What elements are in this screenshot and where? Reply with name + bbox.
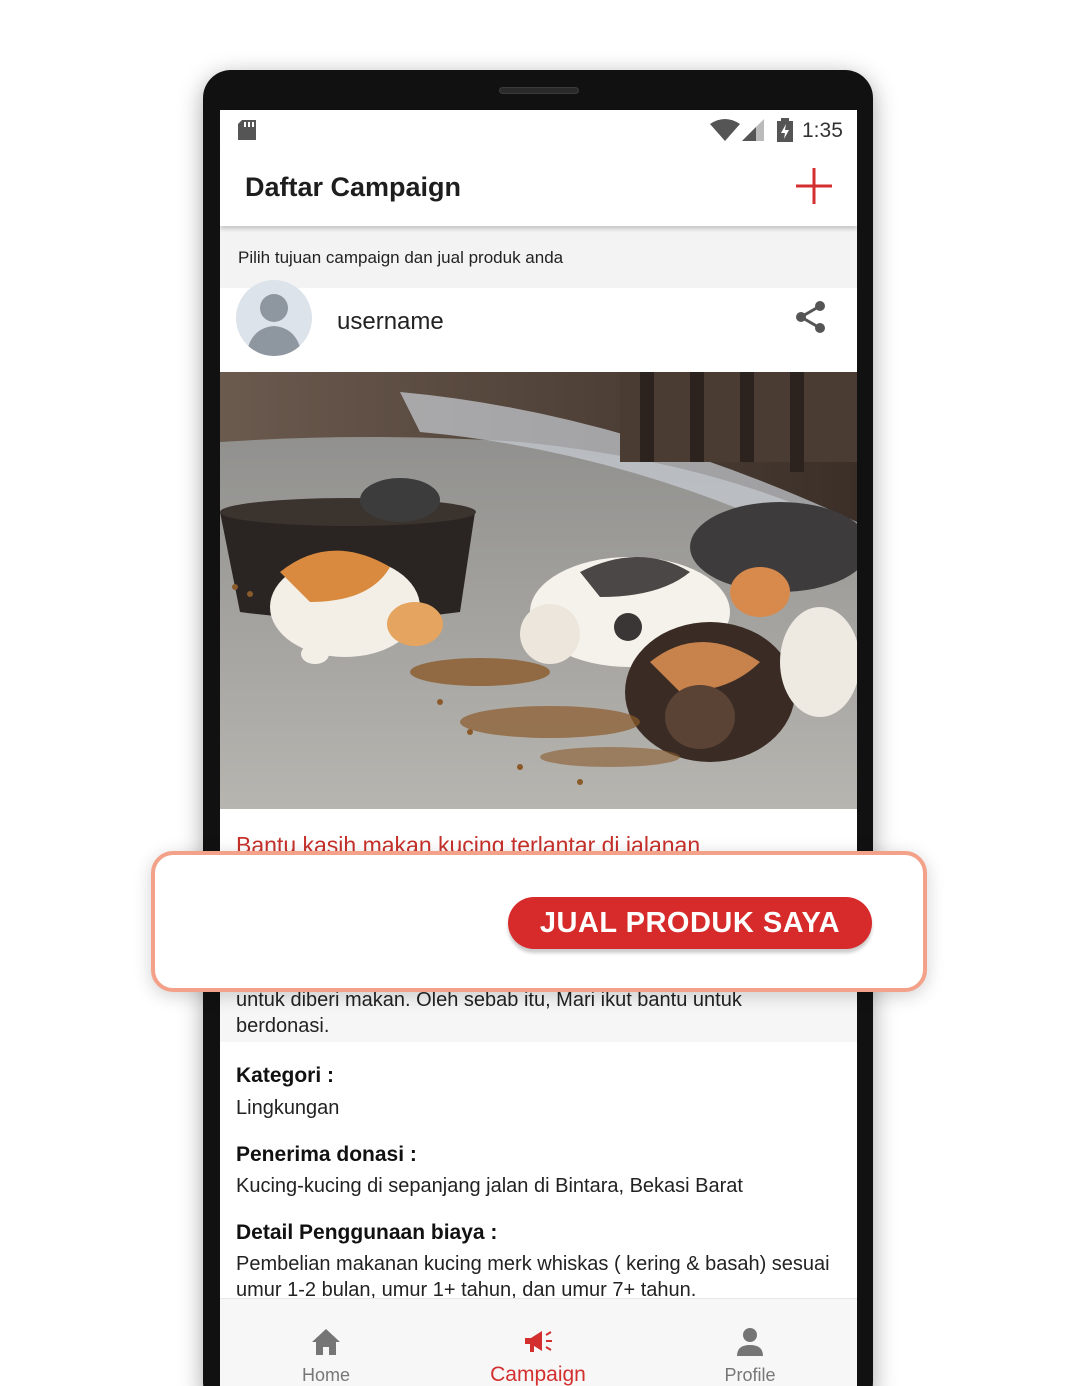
phone-frame: 1:35 Daftar Campaign Pilih tujuan campai… xyxy=(203,70,873,1386)
avatar[interactable] xyxy=(236,280,312,356)
penerima-label: Penerima donasi : xyxy=(236,1143,417,1166)
app-bar: Daftar Campaign xyxy=(220,150,857,226)
signal-icon xyxy=(742,119,764,141)
sell-product-button[interactable]: JUAL PRODUK SAYA xyxy=(508,897,872,949)
megaphone-icon xyxy=(525,1331,552,1352)
page-title: Daftar Campaign xyxy=(245,172,462,202)
penerima-value: Kucing-kucing di sepanjang jalan di Bint… xyxy=(236,1175,743,1197)
nav-profile-label: Profile xyxy=(724,1365,776,1385)
add-campaign-button[interactable] xyxy=(794,166,834,206)
description-line: berdonasi. xyxy=(236,1015,330,1037)
detail-label: Detail Penggunaan biaya : xyxy=(236,1221,498,1244)
username[interactable]: username xyxy=(337,308,444,336)
phone-speaker xyxy=(499,87,579,94)
kategori-value: Lingkungan xyxy=(236,1097,340,1119)
nav-profile[interactable]: Profile xyxy=(644,1299,856,1386)
app-screen: 1:35 Daftar Campaign Pilih tujuan campai… xyxy=(220,110,857,1386)
status-bar: 1:35 xyxy=(220,110,857,150)
detail-value: Pembelian makanan kucing merk whiskas ( … xyxy=(236,1253,830,1301)
kategori-label: Kategori : xyxy=(236,1064,335,1087)
person-icon xyxy=(737,1328,763,1356)
nav-campaign-label: Campaign xyxy=(490,1363,586,1386)
home-icon xyxy=(312,1329,340,1355)
cats-eating-image xyxy=(220,372,857,809)
bottom-navigation: Home Campaign Profile xyxy=(220,1298,857,1386)
nav-home-label: Home xyxy=(301,1365,350,1385)
nav-home[interactable]: Home xyxy=(220,1299,432,1386)
person-avatar-icon xyxy=(246,294,302,356)
sd-card-icon xyxy=(238,120,256,140)
subheader-text: Pilih tujuan campaign dan jual produk an… xyxy=(238,248,564,267)
campaign-photo[interactable] xyxy=(220,372,857,809)
battery-charging-icon xyxy=(777,118,793,142)
highlight-card: JUAL PRODUK SAYA xyxy=(151,851,927,992)
status-clock: 1:35 xyxy=(802,119,843,142)
campaign-description: untuk diberi makan. Oleh sebab itu, Mari… xyxy=(236,987,846,1039)
share-icon[interactable] xyxy=(794,300,828,334)
subheader: Pilih tujuan campaign dan jual produk an… xyxy=(220,226,857,288)
wifi-icon xyxy=(710,119,740,141)
post-header: username xyxy=(220,280,857,372)
nav-campaign[interactable]: Campaign xyxy=(432,1299,644,1386)
